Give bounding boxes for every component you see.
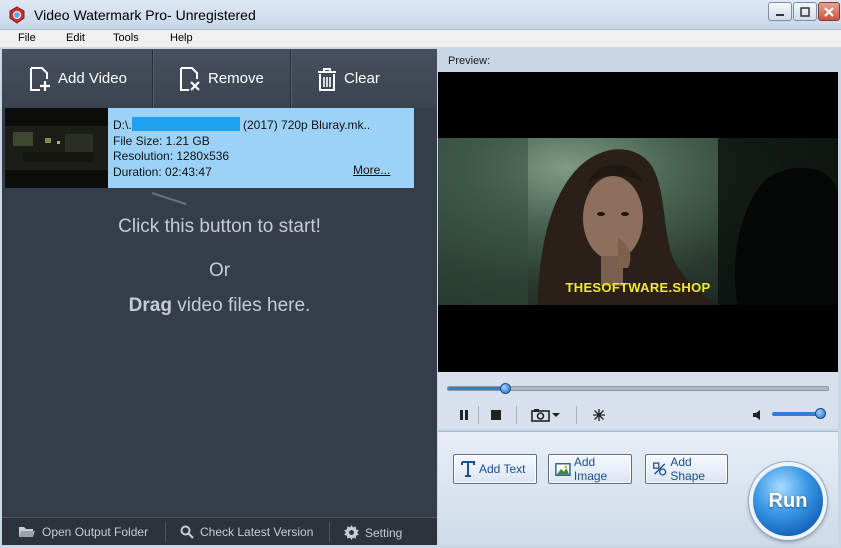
close-button[interactable] (818, 2, 840, 21)
chevron-down-icon (552, 413, 560, 417)
snapshot-button[interactable] (526, 406, 566, 424)
file-toolbar: Add Video Remove Clear (2, 49, 437, 108)
search-icon (180, 525, 194, 539)
stop-icon (491, 410, 501, 420)
title-bar: Video Watermark Pro- Unregistered (0, 0, 841, 30)
volume-button[interactable] (750, 406, 766, 424)
file-path-suffix: (2017) 720p Bluray.mk.. (243, 118, 371, 132)
menu-file[interactable]: File (18, 32, 36, 44)
video-preview[interactable]: THESOFTWARE.SHOP (438, 72, 838, 372)
remove-button[interactable]: Remove (178, 49, 264, 108)
run-label: Run (768, 489, 808, 512)
file-path-prefix: D:\. (113, 118, 132, 132)
window-title: Video Watermark Pro- Unregistered (34, 7, 256, 23)
open-output-folder-label: Open Output Folder (42, 525, 149, 539)
check-version-button[interactable]: Check Latest Version (180, 525, 313, 539)
or-text: Or (208, 260, 231, 281)
folder-icon (19, 527, 35, 537)
more-info-link[interactable]: More... (353, 163, 390, 177)
add-image-button[interactable]: Add Image (548, 454, 632, 484)
drag-rest-text: video files here. (171, 295, 311, 316)
bottom-divider (165, 522, 166, 542)
speaker-icon (753, 410, 760, 420)
control-divider (576, 406, 577, 424)
add-video-label: Add Video (58, 70, 127, 87)
camera-icon (531, 409, 550, 422)
watermark-actions: Add Text Add Image Add Shape Run (438, 431, 838, 545)
bottom-divider (329, 522, 330, 542)
file-size: File Size: 1.21 GB (113, 133, 210, 148)
setting-button[interactable]: Setting (344, 525, 402, 540)
file-resolution: Resolution: 1280x536 (113, 149, 230, 163)
volume-handle[interactable] (814, 408, 826, 419)
bottom-bar: Open Output Folder Check Latest Version … (2, 517, 437, 545)
clear-label: Clear (344, 70, 380, 87)
image-icon (555, 462, 571, 476)
pause-button[interactable] (456, 406, 472, 424)
file-path: D:\. (2017) 720p Bluray.mk.. (113, 117, 370, 134)
run-button[interactable]: Run (749, 462, 827, 540)
file-list-panel: Add Video Remove Clear D:\. (2017) 720p … (2, 49, 437, 545)
setting-label: Setting (365, 525, 403, 540)
hint-pointer-line (151, 192, 187, 206)
control-divider (516, 406, 517, 424)
minimize-icon (776, 13, 784, 16)
trash-icon (318, 67, 336, 91)
maximize-icon (800, 6, 810, 17)
toolbar-divider (290, 49, 291, 108)
maximize-button[interactable] (793, 2, 817, 21)
menu-tools[interactable]: Tools (113, 32, 139, 44)
seek-handle[interactable] (500, 383, 511, 394)
watermark-text[interactable]: THESOFTWARE.SHOP (438, 280, 838, 295)
control-row (438, 402, 838, 428)
add-text-label: Add Text (479, 462, 526, 476)
video-frame: THESOFTWARE.SHOP (438, 138, 838, 305)
seek-progress (448, 387, 505, 390)
toolbar-divider (152, 49, 153, 108)
add-file-icon (30, 66, 50, 91)
shape-icon (653, 462, 667, 476)
remove-file-icon (180, 66, 200, 91)
file-info: D:\. (2017) 720p Bluray.mk.. File Size: … (113, 117, 370, 180)
remove-label: Remove (208, 70, 264, 87)
menu-bar: File Edit Tools Help (0, 30, 841, 48)
sparkle-icon (593, 409, 605, 421)
add-image-label: Add Image (573, 455, 608, 483)
effects-button[interactable] (590, 406, 608, 424)
add-shape-button[interactable]: Add Shape (645, 454, 728, 484)
redacted-path-segment (131, 117, 240, 131)
close-icon (824, 6, 834, 17)
playback-controls (438, 372, 838, 429)
start-hint-text: Click this button to start! (118, 216, 321, 237)
file-duration: Duration: 02:43:47 (113, 164, 212, 179)
minimize-button[interactable] (768, 2, 792, 21)
drag-bold-text: Drag (128, 295, 172, 316)
text-icon (461, 461, 475, 477)
app-logo-icon (9, 6, 25, 24)
pause-icon (460, 410, 468, 420)
gear-icon (344, 525, 359, 540)
preview-label: Preview: (448, 55, 491, 67)
open-output-folder-button[interactable]: Open Output Folder (18, 525, 148, 539)
check-version-label: Check Latest Version (200, 525, 314, 539)
drag-hint-text: Drag video files here. (2, 295, 437, 317)
clear-button[interactable]: Clear (316, 49, 380, 108)
add-shape-label: Add Shape (670, 455, 706, 483)
add-video-button[interactable]: Add Video (28, 49, 127, 108)
file-list-item[interactable]: D:\. (2017) 720p Bluray.mk.. File Size: … (5, 108, 414, 188)
video-thumbnail (5, 108, 108, 188)
seek-bar[interactable] (447, 383, 829, 394)
add-text-button[interactable]: Add Text (453, 454, 537, 484)
menu-edit[interactable]: Edit (66, 32, 85, 44)
stop-button[interactable] (488, 406, 504, 424)
menu-help[interactable]: Help (170, 32, 193, 44)
control-divider (478, 406, 479, 424)
